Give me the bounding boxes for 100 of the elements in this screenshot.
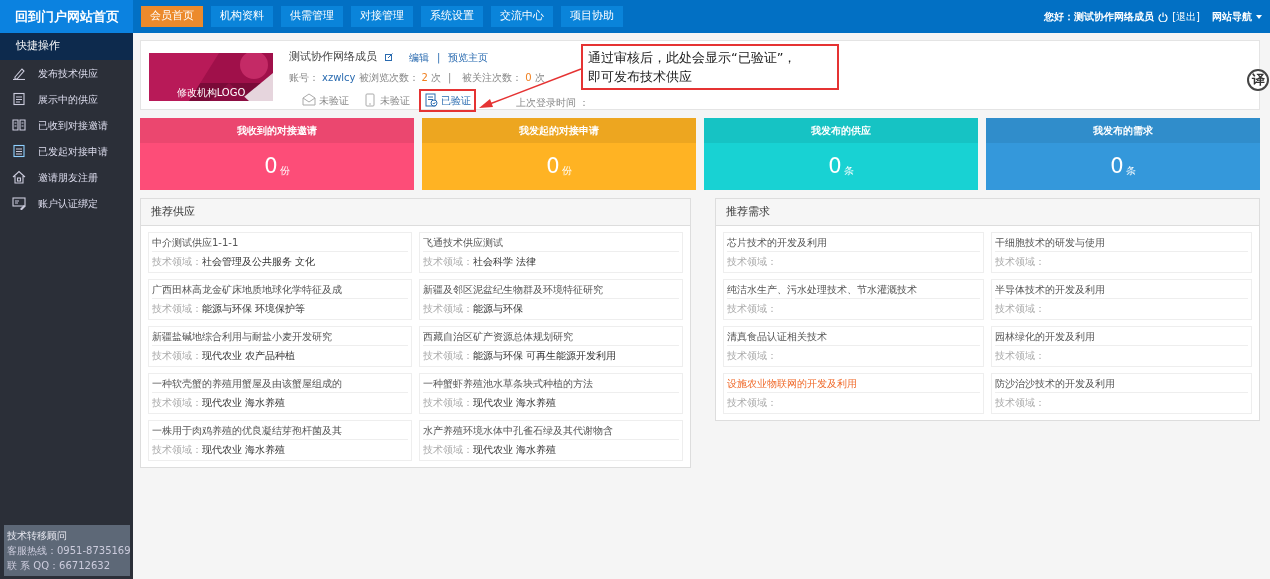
listing-title: 一株用于肉鸡养殖的优良凝结芽孢杆菌及其 — [152, 421, 409, 440]
logout-link[interactable]: [退出] — [1172, 9, 1200, 24]
listing-card[interactable]: 一种软壳蟹的养殖用蟹屋及由该蟹屋组成的 技术领域：现代农业 海水养殖 — [148, 373, 413, 414]
id-card-icon — [12, 196, 26, 210]
caret-icon[interactable] — [1256, 14, 1262, 19]
logo-edit-label[interactable]: 修改机构LOGO — [149, 85, 273, 100]
listing-title: 园林绿化的开发及利用 — [995, 327, 1248, 346]
stat-unit: 份 — [279, 164, 290, 178]
listing-title: 防沙治沙技术的开发及利用 — [995, 374, 1248, 393]
sidebar-item[interactable]: 已发起对接申请 — [0, 138, 133, 164]
listing-card[interactable]: 干细胞技术的研发与使用 技术领域： — [991, 232, 1252, 273]
translate-button[interactable]: 译 — [1247, 69, 1269, 91]
listing-field: 技术领域：社会管理及公共服务 文化 — [152, 252, 409, 271]
preview-link[interactable]: 预览主页 — [448, 49, 489, 65]
member-name: 测试协作网络成员 — [289, 49, 377, 65]
follows-unit: 次 — [534, 70, 545, 85]
listing-title: 设施农业物联网的开发及利用 — [727, 374, 981, 393]
listing-field: 技术领域： — [995, 393, 1248, 412]
sidebar-item[interactable]: 邀请朋友注册 — [0, 164, 133, 190]
listing-field: 技术领域： — [995, 346, 1248, 365]
listing-card[interactable]: 防沙治沙技术的开发及利用 技术领域： — [991, 373, 1252, 414]
book-icon — [12, 118, 26, 132]
contact-title: 技术转移顾问 — [7, 529, 68, 543]
stat-unit: 条 — [1125, 164, 1136, 178]
envelope-icon — [302, 93, 316, 107]
listing-card[interactable]: 半导体技术的开发及利用 技术领域： — [991, 279, 1252, 320]
listing-title: 中介测试供应1-1-1 — [152, 233, 409, 252]
sidebar-title: 快捷操作 — [0, 33, 133, 60]
annotation-text: 通过审核后，此处会显示“已验证”， — [588, 49, 798, 67]
listing-field: 技术领域： — [727, 252, 981, 271]
listing-field: 技术领域： — [727, 393, 981, 412]
listing-card[interactable]: 一种蟹虾养殖池水草条块式种植的方法 技术领域：现代农业 海水养殖 — [419, 373, 684, 414]
listing-field: 技术领域：能源与环保 环境保护等 — [152, 299, 409, 318]
stat-value: 0 — [1110, 152, 1124, 180]
listing-field: 技术领域：能源与环保 — [423, 299, 680, 318]
nav-tab[interactable]: 供需管理 — [281, 6, 343, 27]
listing-card[interactable]: 新疆及邻区泥盆纪生物群及环境特征研究 技术领域：能源与环保 — [419, 279, 684, 320]
edit-icon — [385, 53, 393, 62]
phone-icon — [363, 93, 377, 107]
listing-title: 半导体技术的开发及利用 — [995, 280, 1248, 299]
listing-card[interactable]: 中介测试供应1-1-1 技术领域：社会管理及公共服务 文化 — [148, 232, 413, 273]
house-icon — [12, 170, 26, 184]
last-login-text: 上次登录时间 ： — [516, 96, 590, 110]
listing-title: 新疆盐碱地综合利用与耐盐小麦开发研究 — [152, 327, 409, 346]
listing-field: 技术领域： — [995, 252, 1248, 271]
listing-card[interactable]: 纯洁水生产、污水处理技术、节水灌溉技术 技术领域： — [723, 279, 985, 320]
verification-label: 未验证 — [380, 93, 410, 108]
listing-card[interactable]: 芯片技术的开发及利用 技术领域： — [723, 232, 985, 273]
listing-field: 技术领域： — [727, 299, 981, 318]
listing-title: 飞通技术供应测试 — [423, 233, 680, 252]
listing-card[interactable]: 西藏自治区矿产资源总体规划研究 技术领域：能源与环保 可再生能源开发利用 — [419, 326, 684, 367]
listing-field: 技术领域： — [727, 346, 981, 365]
listing-card[interactable]: 园林绿化的开发及利用 技术领域： — [991, 326, 1252, 367]
views-count: 2 — [421, 70, 428, 85]
listing-field: 技术领域：能源与环保 可再生能源开发利用 — [423, 346, 680, 365]
listing-field: 技术领域：现代农业 海水养殖 — [152, 393, 409, 412]
follows-label: 被关注次数： — [462, 70, 523, 85]
site-nav-link[interactable]: 网站导航 — [1212, 9, 1252, 24]
stat-value: 0 — [546, 152, 560, 180]
listing-card[interactable]: 广西田林高龙金矿床地质地球化学特征及成 技术领域：能源与环保 环境保护等 — [148, 279, 413, 320]
listing-card[interactable]: 新疆盐碱地综合利用与耐盐小麦开发研究 技术领域：现代农业 农产品种植 — [148, 326, 413, 367]
home-link[interactable]: 回到门户网站首页 — [0, 0, 133, 33]
stat-title: 我发起的对接申请 — [422, 118, 696, 143]
edit-link[interactable]: 编辑 — [409, 49, 429, 65]
document-icon — [12, 144, 26, 158]
contact-text: 联 系 QQ：66712632 — [7, 559, 111, 573]
nav-tab[interactable]: 对接管理 — [351, 6, 413, 27]
stat-title: 我收到的对接邀请 — [140, 118, 414, 143]
panel-title: 推荐供应 — [141, 199, 691, 226]
annotation-text: 即可发布技术供应 — [588, 68, 693, 86]
stat-unit: 份 — [561, 164, 572, 178]
sidebar-item[interactable]: 已收到对接邀请 — [0, 112, 133, 138]
stat-unit: 条 — [843, 164, 854, 178]
sidebar-item[interactable]: 发布技术供应 — [0, 60, 133, 86]
listing-title: 芯片技术的开发及利用 — [727, 233, 981, 252]
stat-value: 0 — [264, 152, 278, 180]
listing-title: 纯洁水生产、污水处理技术、节水灌溉技术 — [727, 280, 981, 299]
sidebar-item[interactable]: 展示中的供应 — [0, 86, 133, 112]
views-label: 被浏览次数： — [358, 70, 419, 85]
listing-field: 技术领域：社会科学 法律 — [423, 252, 680, 271]
greeting-text: 您好：测试协作网络成员 — [1044, 10, 1155, 24]
listing-title: 一种蟹虾养殖池水草条块式种植的方法 — [423, 374, 680, 393]
nav-tab[interactable]: 交流中心 — [491, 6, 553, 27]
listing-title: 一种软壳蟹的养殖用蟹屋及由该蟹屋组成的 — [152, 374, 409, 393]
stat-value: 0 — [828, 152, 842, 180]
account-label: 账号： — [289, 70, 319, 85]
sidebar-item[interactable]: 账户认证绑定 — [0, 190, 133, 216]
listing-title: 广西田林高龙金矿床地质地球化学特征及成 — [152, 280, 409, 299]
nav-tab[interactable]: 项目协助 — [561, 6, 623, 27]
power-icon[interactable] — [1158, 11, 1169, 22]
listing-card[interactable]: 飞通技术供应测试 技术领域：社会科学 法律 — [419, 232, 684, 273]
listing-field: 技术领域：现代农业 海水养殖 — [423, 440, 680, 459]
listing-card[interactable]: 清真食品认证相关技术 技术领域： — [723, 326, 985, 367]
listing-card[interactable]: 水产养殖环境水体中孔雀石绿及其代谢物含 技术领域：现代农业 海水养殖 — [419, 420, 684, 461]
nav-tab[interactable]: 系统设置 — [421, 6, 483, 27]
listing-title: 水产养殖环境水体中孔雀石绿及其代谢物含 — [423, 421, 680, 440]
listing-card[interactable]: 一株用于肉鸡养殖的优良凝结芽孢杆菌及其 技术领域：现代农业 海水养殖 — [148, 420, 413, 461]
listing-field: 技术领域：现代农业 海水养殖 — [152, 440, 409, 459]
pencil-icon — [12, 66, 26, 80]
nav-tab[interactable]: 机构资料 — [211, 6, 273, 27]
